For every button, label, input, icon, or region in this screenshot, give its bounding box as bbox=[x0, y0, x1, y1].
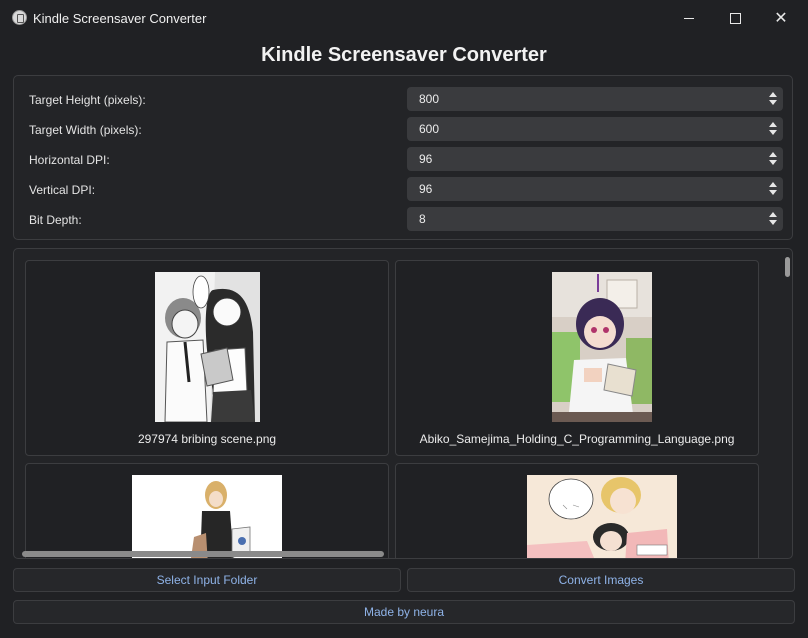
spin-arrows-icon[interactable] bbox=[769, 91, 777, 107]
window-title: Kindle Screensaver Converter bbox=[33, 11, 207, 26]
target-height-value[interactable]: 800 bbox=[419, 92, 439, 106]
select-input-folder-button[interactable]: Select Input Folder bbox=[13, 568, 401, 592]
bit-depth-label: Bit Depth: bbox=[29, 213, 82, 227]
vertical-dpi-label: Vertical DPI: bbox=[29, 183, 96, 197]
target-width-value[interactable]: 600 bbox=[419, 122, 439, 136]
gallery-vertical-scrollbar[interactable] bbox=[785, 257, 790, 277]
vertical-dpi-spinbox[interactable]: 96 bbox=[407, 177, 783, 201]
gallery-horizontal-scrollbar[interactable] bbox=[22, 551, 384, 557]
image-filename: Abiko_Samejima_Holding_C_Programming_Lan… bbox=[419, 432, 735, 446]
target-height-spinbox[interactable]: 800 bbox=[407, 87, 783, 111]
minimize-button[interactable] bbox=[666, 0, 712, 36]
image-thumbnail bbox=[155, 272, 260, 422]
spin-arrows-icon[interactable] bbox=[769, 151, 777, 167]
target-width-spinbox[interactable]: 600 bbox=[407, 117, 783, 141]
image-gallery[interactable]: 297974 bribing scene.png Abiko_Samejima_… bbox=[13, 248, 793, 559]
horizontal-dpi-label: Horizontal DPI: bbox=[29, 153, 110, 167]
image-thumbnail bbox=[552, 272, 652, 422]
close-icon: ✕ bbox=[774, 10, 788, 27]
spin-arrows-icon[interactable] bbox=[769, 121, 777, 137]
settings-panel: Target Height (pixels): 800 Target Width… bbox=[13, 75, 793, 240]
minimize-icon bbox=[684, 17, 694, 19]
horizontal-dpi-spinbox[interactable]: 96 bbox=[407, 147, 783, 171]
spin-arrows-icon[interactable] bbox=[769, 211, 777, 227]
credit-button[interactable]: Made by neura bbox=[13, 600, 795, 624]
app-icon bbox=[12, 10, 27, 25]
image-thumbnail bbox=[132, 475, 282, 558]
bit-depth-spinbox[interactable]: 8 bbox=[407, 207, 783, 231]
title-bar: Kindle Screensaver Converter ✕ bbox=[0, 0, 808, 36]
maximize-icon bbox=[729, 12, 741, 24]
image-card[interactable]: Abiko_Samejima_Holding_C_Programming_Lan… bbox=[395, 260, 759, 456]
image-card[interactable]: 297974 bribing scene.png bbox=[25, 260, 389, 456]
maximize-button[interactable] bbox=[712, 0, 758, 36]
image-thumbnail bbox=[527, 475, 677, 558]
image-card[interactable] bbox=[395, 463, 759, 558]
target-width-label: Target Width (pixels): bbox=[29, 123, 142, 137]
target-height-label: Target Height (pixels): bbox=[29, 93, 146, 107]
image-card[interactable] bbox=[25, 463, 389, 558]
image-filename: 297974 bribing scene.png bbox=[137, 432, 277, 446]
page-title: Kindle Screensaver Converter bbox=[261, 44, 547, 66]
bit-depth-value[interactable]: 8 bbox=[419, 212, 426, 226]
vertical-dpi-value[interactable]: 96 bbox=[419, 182, 432, 196]
close-button[interactable]: ✕ bbox=[758, 0, 804, 36]
spin-arrows-icon[interactable] bbox=[769, 181, 777, 197]
convert-images-button[interactable]: Convert Images bbox=[407, 568, 795, 592]
horizontal-dpi-value[interactable]: 96 bbox=[419, 152, 432, 166]
